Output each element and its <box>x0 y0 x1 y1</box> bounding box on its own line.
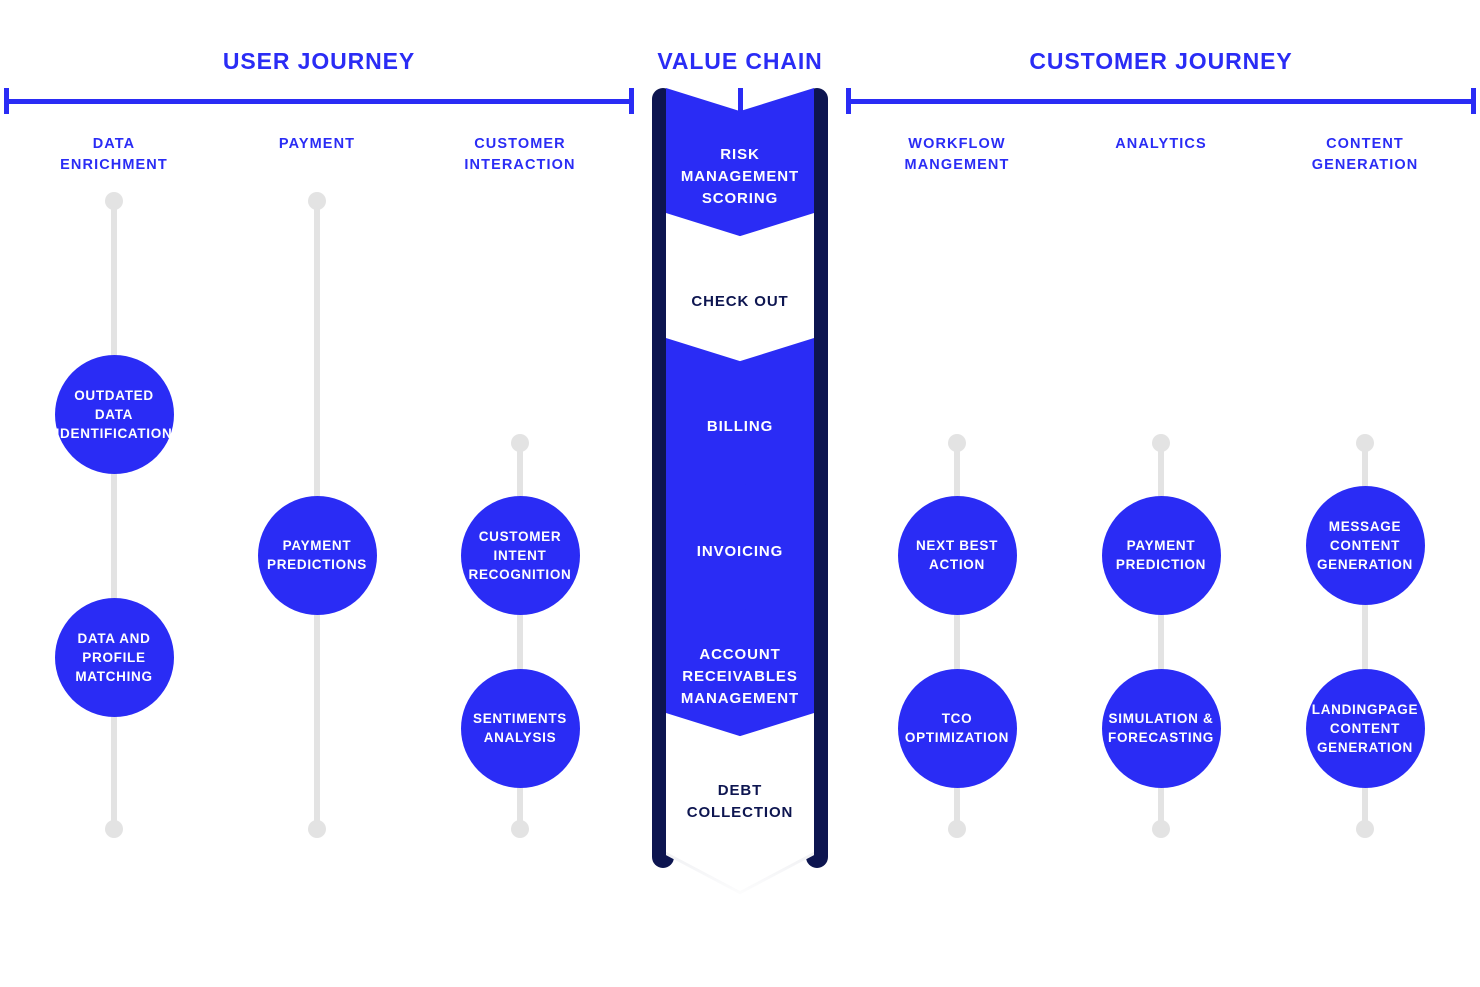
bracket-cap-right <box>1471 88 1476 114</box>
track-dot-bottom <box>308 820 326 838</box>
group-bracket-0 <box>4 88 634 114</box>
value-chain-stage-label: DEBT COLLECTION <box>686 782 794 821</box>
column-label-line1: ANALYTICS <box>1115 136 1207 152</box>
node-bubble[interactable]: MESSAGE CONTENT GENERATION <box>1305 485 1425 605</box>
value-chain-stage-label: INVOICING <box>696 543 784 560</box>
bracket-cap-left <box>4 88 9 114</box>
track-dot-top <box>1152 434 1170 452</box>
group-title-1: VALUE CHAIN <box>657 48 823 74</box>
column-label-3: WORKFLOW MANGEMENT <box>847 134 1067 176</box>
node-bubble[interactable]: PAYMENT PREDICTION <box>1101 495 1221 615</box>
track-dot-bottom <box>1152 820 1170 838</box>
track-dot-bottom <box>948 820 966 838</box>
node-bubble[interactable]: SENTIMENTS ANALYSIS <box>460 668 580 788</box>
column-label-line2: ENRICHMENT <box>60 157 168 173</box>
column-label-line2: MANGEMENT <box>904 157 1010 173</box>
node-bubble-label: CUSTOMER INTENT RECOGNITION <box>468 528 572 582</box>
node-bubble-label: DATA AND PROFILE MATCHING <box>75 630 153 684</box>
value-chain-stage-label: CHECK OUT <box>691 293 789 310</box>
value-chain-stage-label: BILLING <box>706 418 774 435</box>
group-title-2: CUSTOMER JOURNEY <box>1029 48 1293 74</box>
bracket-cap-right <box>629 88 634 114</box>
column-label-2: CUSTOMER INTERACTION <box>410 134 630 176</box>
node-bubble-label: PAYMENT PREDICTION <box>1115 538 1207 572</box>
node-bubble-label: PAYMENT PREDICTIONS <box>267 538 367 572</box>
track-line <box>111 198 117 832</box>
column-label-line2: GENERATION <box>1311 157 1419 173</box>
track-dot-top <box>1356 434 1374 452</box>
track-dot-top <box>511 434 529 452</box>
node-bubble-label: LANDINGPAGE CONTENT GENERATION <box>1311 701 1419 755</box>
column-track-0 <box>105 192 123 838</box>
group-bracket-2 <box>846 88 1476 114</box>
node-bubble-label: SENTIMENTS ANALYSIS <box>472 711 567 745</box>
track-dot-top <box>948 434 966 452</box>
track-dot-top <box>308 192 326 210</box>
diagram-canvas: USER JOURNEY VALUE CHAIN CUSTOMER JOURNEY D… <box>0 0 1480 987</box>
value-chain-stage-label: ACCOUNT RECEIVABLES MANAGEMENT <box>680 646 800 707</box>
column-label-0: DATA ENRICHMENT <box>4 134 224 176</box>
track-dot-bottom <box>1356 820 1374 838</box>
value-chain-inner: DEBT COLLECTION ACCOUNT RECEIVABLES MANAG… <box>666 88 814 895</box>
column-label-line1: PAYMENT <box>278 136 356 152</box>
column-label-4: ANALYTICS <box>1051 134 1271 155</box>
node-bubble-label: MESSAGE CONTENT GENERATION <box>1316 518 1413 572</box>
column-label-1: PAYMENT <box>207 134 427 155</box>
node-bubble-label: OUTDATED DATA IDENTIFICATION <box>55 387 173 441</box>
group-title-0: USER JOURNEY <box>222 48 416 74</box>
track-dot-bottom <box>105 820 123 838</box>
node-bubble-label: SIMULATION & FORECASTING <box>1108 711 1214 745</box>
node-bubble[interactable]: SIMULATION & FORECASTING <box>1101 668 1221 788</box>
node-bubble-label: NEXT BEST ACTION <box>915 538 999 572</box>
column-label-line1: CONTENT <box>1326 136 1404 152</box>
column-label-line1: DATA <box>92 136 136 152</box>
value-chain: DEBT COLLECTION ACCOUNT RECEIVABLES MANAG… <box>652 88 828 895</box>
node-bubble[interactable]: CUSTOMER INTENT RECOGNITION <box>460 495 580 615</box>
bracket-bar <box>846 99 1476 104</box>
column-label-line1: CUSTOMER <box>474 136 566 152</box>
bracket-cap-left <box>846 88 851 114</box>
node-bubble[interactable]: TCO OPTIMIZATION <box>897 668 1017 788</box>
track-dot-bottom <box>511 820 529 838</box>
column-label-5: CONTENT GENERATION <box>1255 134 1475 176</box>
node-bubble[interactable]: NEXT BEST ACTION <box>897 495 1017 615</box>
column-label-line1: WORKFLOW <box>908 136 1006 152</box>
bracket-bar <box>4 99 634 104</box>
track-dot-top <box>105 192 123 210</box>
node-bubble[interactable]: LANDINGPAGE CONTENT GENERATION <box>1305 668 1425 788</box>
node-bubble[interactable]: DATA AND PROFILE MATCHING <box>54 597 174 717</box>
column-label-line2: INTERACTION <box>464 157 576 173</box>
node-bubble-label: TCO OPTIMIZATION <box>904 711 1010 745</box>
node-bubble[interactable]: OUTDATED DATA IDENTIFICATION <box>54 354 174 474</box>
value-chain-stage-label: RISK MANAGEMENT SCORING <box>680 146 800 207</box>
node-bubble[interactable]: PAYMENT PREDICTIONS <box>257 495 377 615</box>
